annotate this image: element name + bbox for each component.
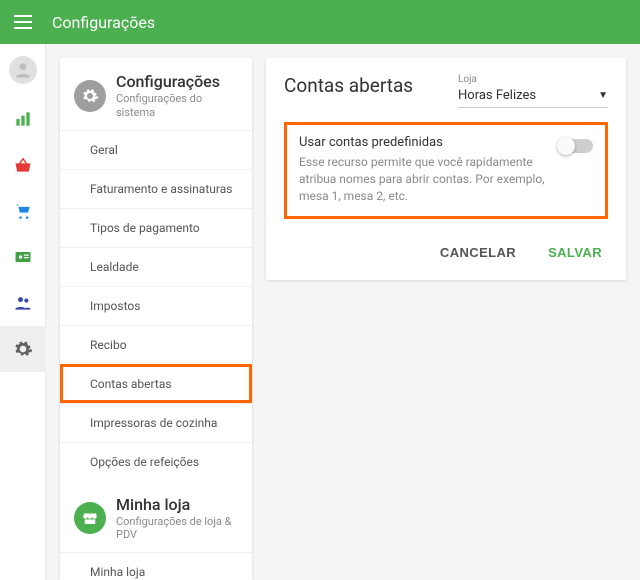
setting-highlight: Usar contas predefinidas Esse recurso pe… — [284, 122, 608, 219]
section-title: Configurações — [116, 72, 238, 92]
nav-rail — [0, 44, 46, 580]
sidebar-item-geral[interactable]: Geral — [60, 130, 252, 169]
section-subtitle: Configurações de loja & PDV — [116, 515, 238, 543]
section-title: Minha loja — [116, 495, 238, 515]
menu-icon[interactable] — [14, 11, 36, 33]
basket-icon[interactable] — [0, 142, 46, 188]
section-head-config: Configurações Configurações do sistema — [60, 58, 252, 130]
gear-icon — [74, 80, 106, 112]
section-head-loja: Minha loja Configurações de loja & PDV — [60, 481, 252, 553]
sidebar-item-minha-loja[interactable]: Minha loja — [60, 552, 252, 580]
setting-desc: Esse recurso permite que você rapidament… — [299, 154, 547, 204]
section-subtitle: Configurações do sistema — [116, 92, 238, 120]
store-select[interactable]: Loja Horas Felizes ▼ — [458, 74, 608, 108]
store-select-value: Horas Felizes — [458, 88, 536, 103]
sidebar-item-pagamento[interactable]: Tipos de pagamento — [60, 208, 252, 247]
sidebar-item-impressoras[interactable]: Impressoras de cozinha — [60, 403, 252, 442]
sidebar-item-impostos[interactable]: Impostos — [60, 286, 252, 325]
main-panel: Contas abertas Loja Horas Felizes ▼ Usar… — [266, 58, 626, 280]
stats-icon[interactable] — [0, 96, 46, 142]
chevron-down-icon: ▼ — [598, 90, 608, 101]
sidebar-item-lealdade[interactable]: Lealdade — [60, 247, 252, 286]
settings-icon[interactable] — [0, 326, 46, 372]
topbar: Configurações — [0, 0, 640, 44]
panel-title: Contas abertas — [284, 74, 413, 97]
avatar-icon[interactable] — [9, 56, 37, 84]
settings-sidebar: Configurações Configurações do sistema G… — [60, 58, 252, 580]
cart-icon[interactable] — [0, 188, 46, 234]
setting-label: Usar contas predefinidas — [299, 135, 547, 150]
store-select-label: Loja — [458, 74, 608, 85]
sidebar-item-recibo[interactable]: Recibo — [60, 325, 252, 364]
save-button[interactable]: SALVAR — [544, 239, 606, 266]
sidebar-item-faturamento[interactable]: Faturamento e assinaturas — [60, 169, 252, 208]
sidebar-item-contas-abertas[interactable]: Contas abertas — [60, 364, 252, 403]
sidebar-item-refeicoes[interactable]: Opções de refeições — [60, 442, 252, 481]
predefined-accounts-toggle[interactable] — [559, 139, 593, 153]
store-icon — [74, 502, 106, 534]
id-card-icon[interactable] — [0, 234, 46, 280]
cancel-button[interactable]: CANCELAR — [436, 239, 520, 266]
page-title: Configurações — [52, 13, 155, 32]
people-icon[interactable] — [0, 280, 46, 326]
